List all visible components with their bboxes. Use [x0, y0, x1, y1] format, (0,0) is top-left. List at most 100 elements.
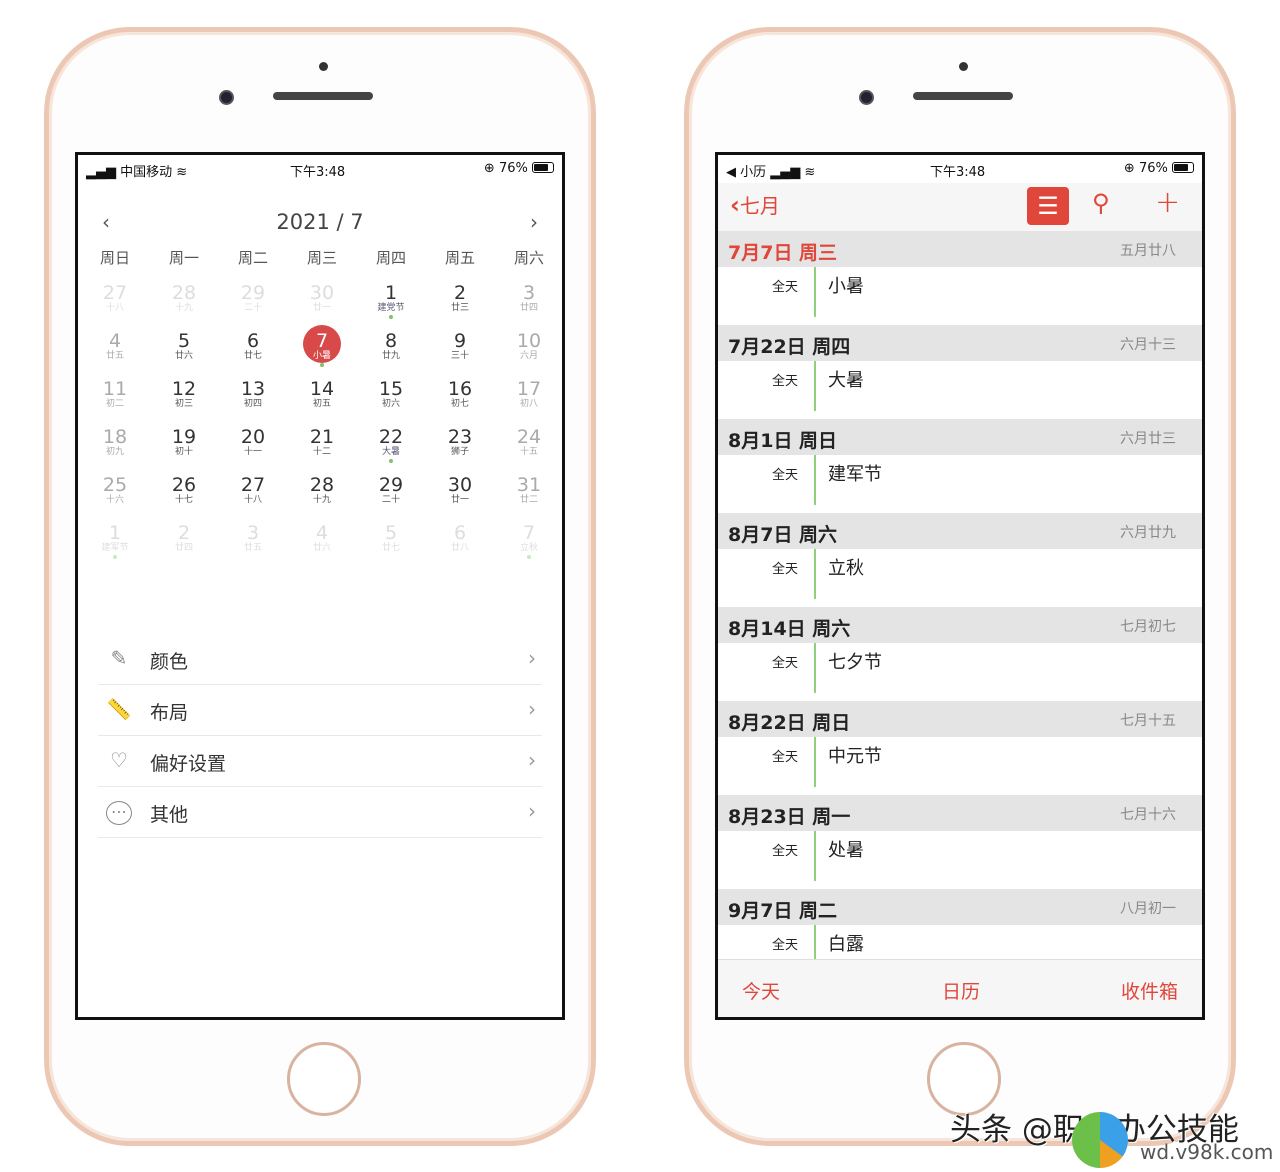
day-number: 29 — [240, 282, 266, 304]
day-number: 1 — [384, 282, 398, 304]
menu-item-0[interactable]: ✎ 颜色 › — [98, 634, 542, 685]
calendar-day[interactable]: 27 十八 — [223, 475, 283, 521]
calendar-day[interactable]: 31 廿二 — [499, 475, 559, 521]
event-row[interactable]: 全天 大暑 — [718, 361, 1202, 419]
weekday-label: 周三 — [306, 249, 337, 267]
all-day-label: 全天 — [772, 562, 799, 577]
lunar-label: 十九 — [312, 495, 331, 505]
calendar-day[interactable]: 12 初三 — [154, 379, 214, 425]
date-label: 7月7日 周三 — [728, 242, 838, 264]
add-icon[interactable]: + — [1155, 185, 1180, 220]
tab-calendar[interactable]: 日历 — [942, 977, 980, 1004]
calendar-day[interactable]: 19 初十 — [154, 427, 214, 473]
event-row[interactable]: 全天 建军节 — [718, 455, 1202, 513]
calendar-day[interactable]: 14 初五 — [292, 379, 352, 425]
calendar-day[interactable]: 8 廿九 — [361, 331, 421, 377]
day-number: 24 — [516, 426, 542, 448]
calendar-day[interactable]: 16 初七 — [430, 379, 490, 425]
calendar-day[interactable]: 20 十一 — [223, 427, 283, 473]
calendar-day[interactable]: 28 十九 — [292, 475, 352, 521]
day-number: 27 — [102, 282, 128, 304]
tab-inbox[interactable]: 收件箱 — [1121, 977, 1178, 1004]
calendar-day[interactable]: 24 十五 — [499, 427, 559, 473]
sensor — [319, 62, 328, 71]
front-camera — [219, 90, 234, 105]
calendar-day[interactable]: 25 十六 — [85, 475, 145, 521]
lunar-label: 建军节 — [101, 543, 129, 553]
home-button[interactable] — [287, 1042, 361, 1116]
watermark-site: wd.v98k.com — [1140, 1140, 1274, 1164]
calendar-day[interactable]: 28 十九 — [154, 283, 214, 329]
calendar-day[interactable]: 30 廿一 — [430, 475, 490, 521]
calendar-day[interactable]: 17 初八 — [499, 379, 559, 425]
lunar-label: 廿六 — [174, 351, 193, 361]
date-header: 8月7日 周六 六月廿九 — [718, 513, 1202, 549]
calendar-day[interactable]: 13 初四 — [223, 379, 283, 425]
calendar-day[interactable]: 5 廿七 — [361, 523, 421, 569]
calendar-day[interactable]: 26 十七 — [154, 475, 214, 521]
chevron-right-icon: › — [528, 748, 536, 772]
date-label: 8月22日 周日 — [728, 712, 851, 734]
calendar-day[interactable]: 7 小暑 — [292, 325, 352, 377]
calendar-day[interactable]: 22 大暑 — [361, 427, 421, 473]
back-to-app[interactable]: ◀ 小历 ▂▄▆ ≋ — [726, 161, 815, 180]
day-number: 7 — [522, 522, 536, 544]
calendar-day[interactable]: 4 廿六 — [292, 523, 352, 569]
lunar-label: 初七 — [450, 399, 469, 409]
sensor — [959, 62, 968, 71]
event-row[interactable]: 全天 立秋 — [718, 549, 1202, 607]
calendar-day[interactable]: 21 十二 — [292, 427, 352, 473]
calendar-day[interactable]: 4 廿五 — [85, 331, 145, 377]
day-number: 25 — [102, 474, 128, 496]
calendar-day[interactable]: 2 廿三 — [430, 283, 490, 329]
day-number: 30 — [447, 474, 473, 496]
calendar-day[interactable]: 27 十八 — [85, 283, 145, 329]
date-header: 8月14日 周六 七月初七 — [718, 607, 1202, 643]
lunar-label: 初五 — [312, 399, 331, 409]
calendar-day[interactable]: 7 立秋 — [499, 523, 559, 569]
calendar-day[interactable]: 6 廿八 — [430, 523, 490, 569]
event-row[interactable]: 全天 小暑 — [718, 267, 1202, 325]
weekday-label: 周四 — [375, 249, 406, 267]
back-button[interactable]: ‹七月 — [730, 190, 780, 219]
calendar-day[interactable]: 30 廿一 — [292, 283, 352, 329]
calendar-day[interactable]: 15 初六 — [361, 379, 421, 425]
calendar-day[interactable]: 3 廿四 — [499, 283, 559, 329]
event-row[interactable]: 全天 处暑 — [718, 831, 1202, 889]
lunar-label: 廿二 — [519, 495, 538, 505]
calendar-day[interactable]: 9 三十 — [430, 331, 490, 377]
next-month-button[interactable]: › — [530, 210, 538, 234]
calendar-day[interactable]: 10 六月 — [499, 331, 559, 377]
calendar-day[interactable]: 29 二十 — [223, 283, 283, 329]
lunar-label: 初八 — [519, 399, 538, 409]
calendar-day[interactable]: 2 廿四 — [154, 523, 214, 569]
day-number: 4 — [315, 522, 329, 544]
calendar-day[interactable]: 11 初二 — [85, 379, 145, 425]
menu-item-2[interactable]: ♡ 偏好设置 › — [98, 736, 542, 787]
calendar-day[interactable]: 29 二十 — [361, 475, 421, 521]
lunar-date: 六月十三 — [1120, 337, 1176, 353]
day-number: 13 — [240, 378, 266, 400]
day-number: 18 — [102, 426, 128, 448]
day-number: 6 — [246, 330, 260, 352]
day-number: 7 — [315, 330, 329, 352]
search-icon[interactable]: ⚲ — [1092, 189, 1110, 217]
event-row[interactable]: 全天 中元节 — [718, 737, 1202, 795]
calendar-day[interactable]: 1 建军节 — [85, 523, 145, 569]
calendar-day[interactable]: 6 廿七 — [223, 331, 283, 377]
event-row[interactable]: 全天 七夕节 — [718, 643, 1202, 701]
menu-item-1[interactable]: 📏 布局 › — [98, 685, 542, 736]
clock: 下午3:48 — [930, 165, 986, 180]
calendar-day[interactable]: 18 初九 — [85, 427, 145, 473]
calendar-day[interactable]: 1 建党节 — [361, 283, 421, 329]
calendar-day[interactable]: 23 狮子 — [430, 427, 490, 473]
date-label: 8月23日 周一 — [728, 806, 851, 828]
tab-today[interactable]: 今天 — [742, 977, 780, 1004]
list-view-icon[interactable]: ☰ — [1027, 187, 1069, 225]
calendar-day[interactable]: 5 廿六 — [154, 331, 214, 377]
calendar-day[interactable]: 3 廿五 — [223, 523, 283, 569]
date-label: 8月1日 周日 — [728, 430, 838, 452]
brush-icon: ✎ — [110, 646, 128, 670]
menu-item-3[interactable]: ⋯ 其他 › — [98, 787, 542, 838]
date-label: 8月7日 周六 — [728, 524, 838, 546]
